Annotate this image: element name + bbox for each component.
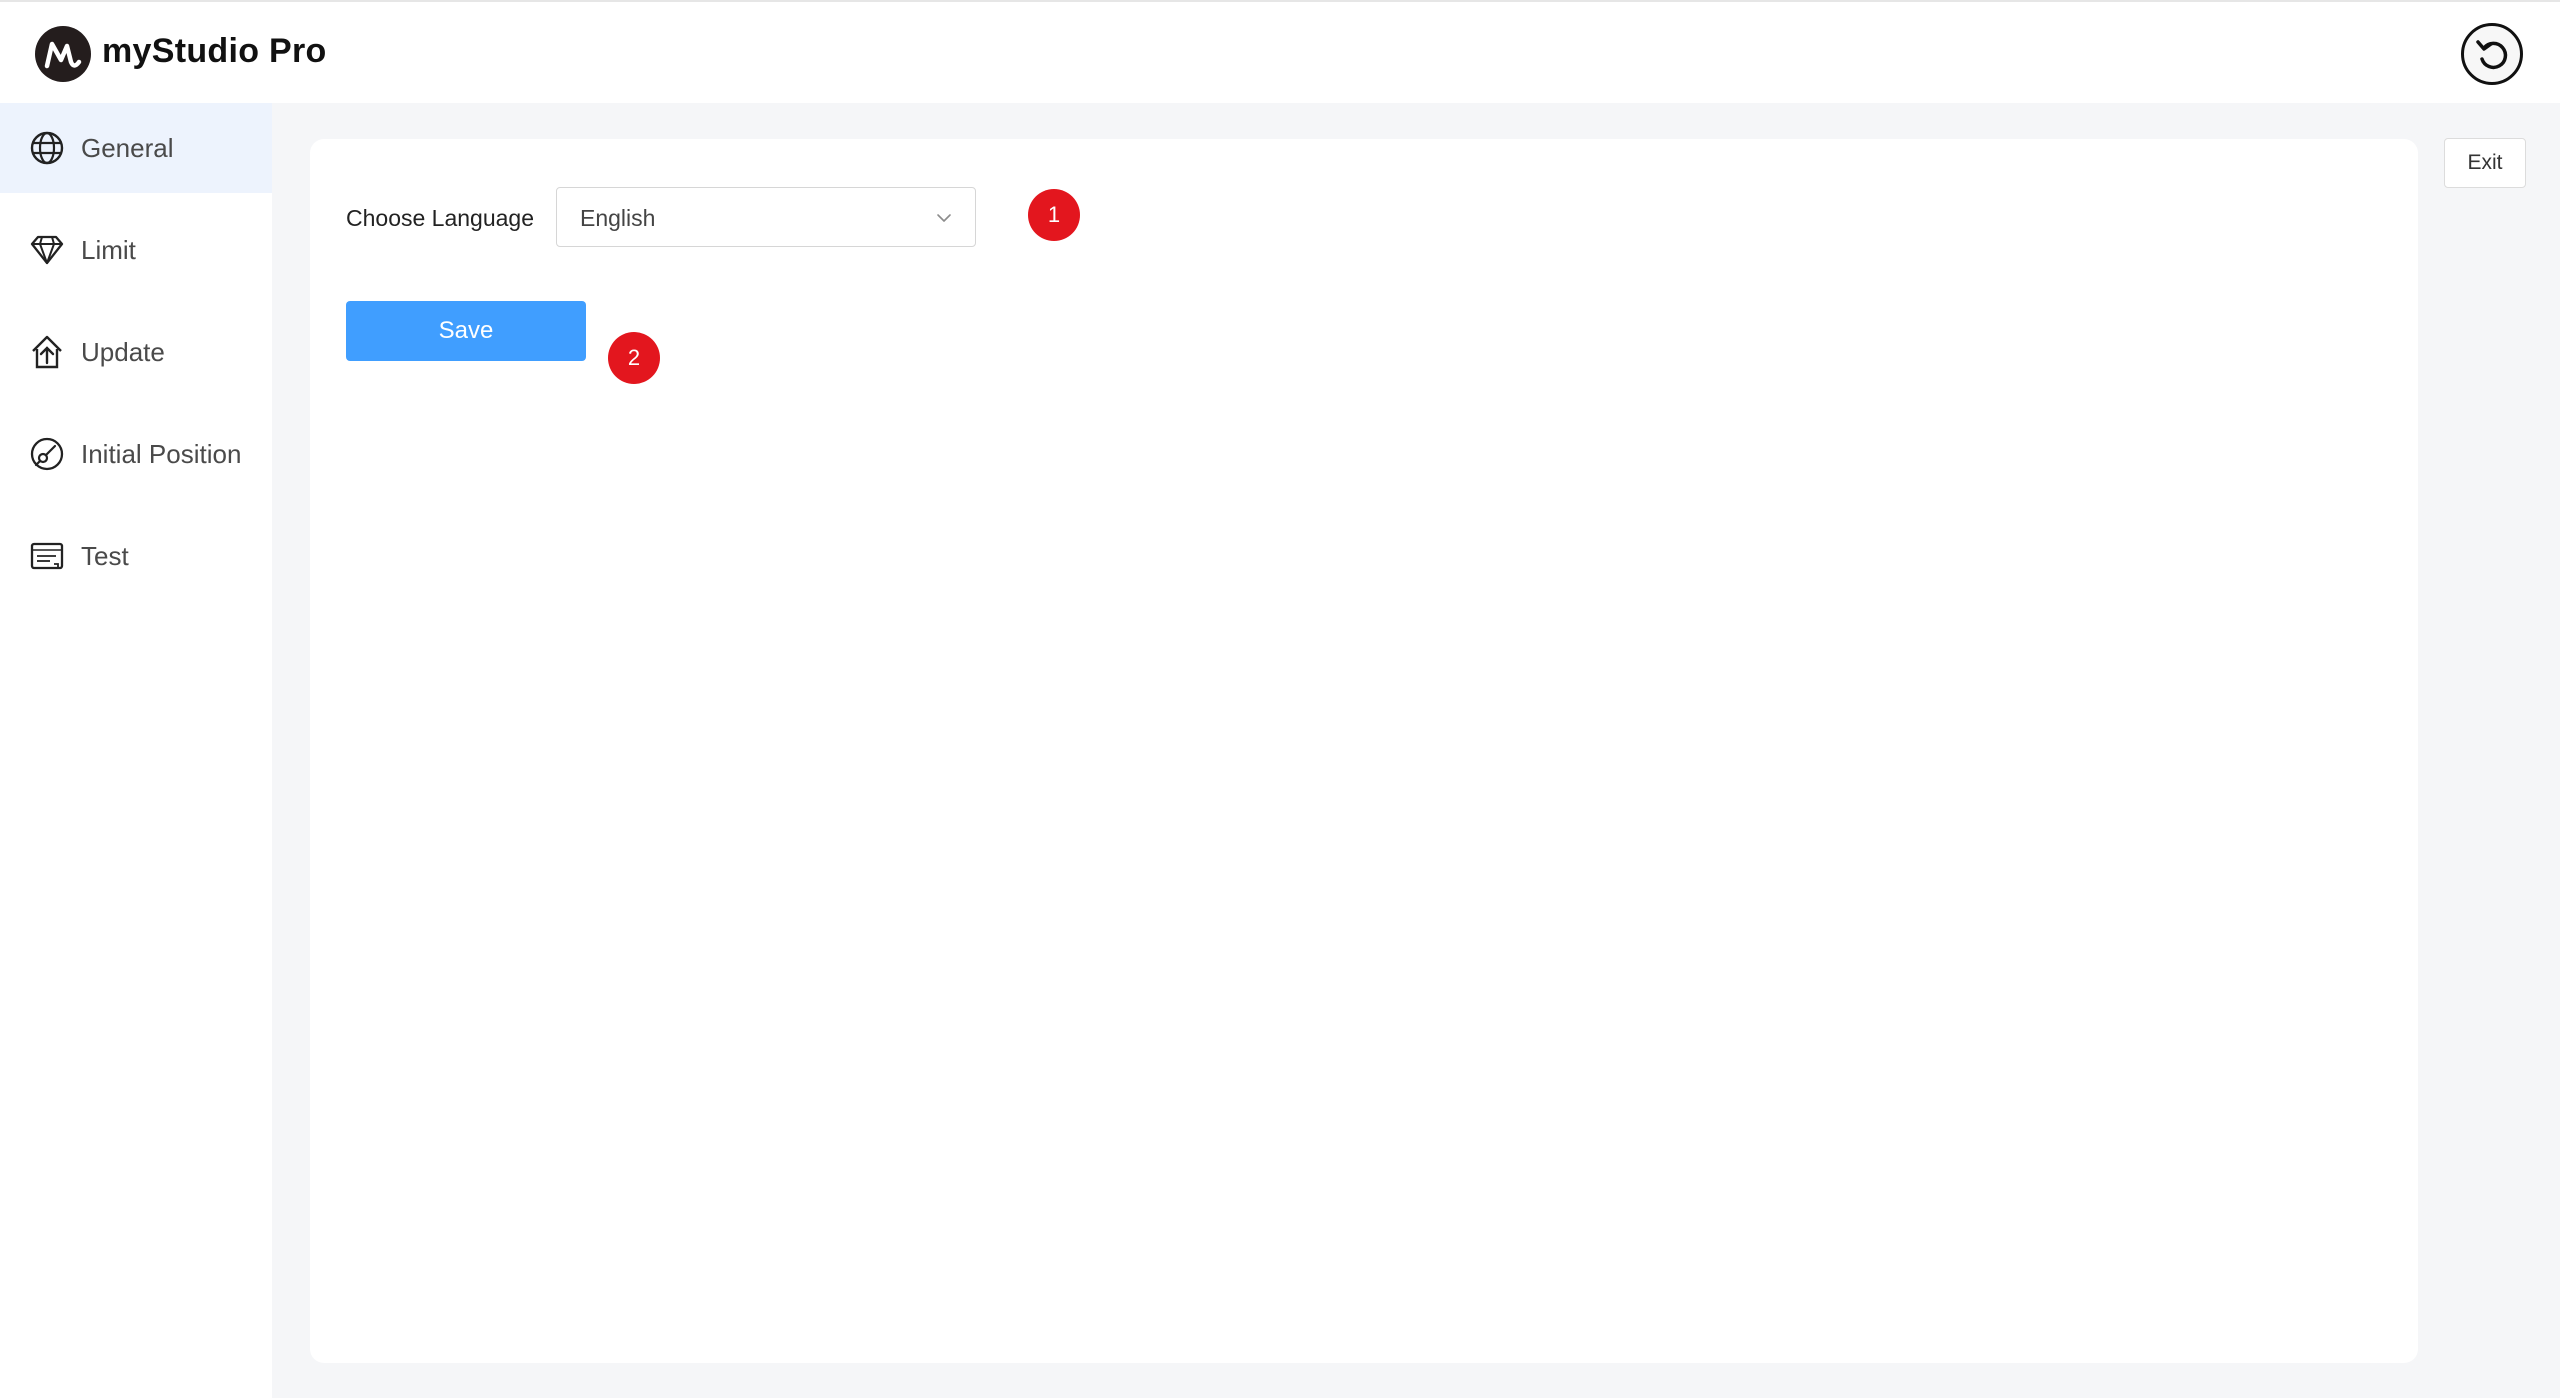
language-select-value: English bbox=[580, 205, 656, 231]
globe-icon bbox=[28, 129, 66, 167]
settings-card: Choose Language English 1 Save 2 bbox=[310, 139, 2418, 1363]
main-content: Choose Language English 1 Save 2 Exit bbox=[272, 103, 2560, 1398]
position-dial-icon bbox=[28, 435, 66, 473]
top-bar: myStudio Pro bbox=[0, 0, 2560, 103]
exit-button[interactable]: Exit bbox=[2444, 138, 2526, 188]
undo-circle-icon bbox=[2476, 40, 2508, 70]
sidebar-item-label: Test bbox=[81, 540, 129, 571]
app-title: myStudio Pro bbox=[102, 32, 327, 70]
chevron-down-icon bbox=[935, 209, 953, 227]
sidebar-item-update[interactable]: Update bbox=[0, 307, 272, 397]
language-select[interactable]: English bbox=[556, 187, 976, 247]
annotation-badge-2: 2 bbox=[608, 332, 660, 384]
diamond-limit-icon bbox=[28, 231, 66, 269]
sidebar-item-general[interactable]: General bbox=[0, 103, 272, 193]
sidebar: General Limit Update Initial Position Te… bbox=[0, 103, 272, 1398]
annotation-badge-1: 1 bbox=[1028, 189, 1080, 241]
test-card-icon bbox=[28, 537, 66, 575]
back-button[interactable] bbox=[2461, 23, 2523, 85]
upload-house-icon bbox=[28, 333, 66, 371]
sidebar-item-label: Update bbox=[81, 336, 165, 367]
choose-language-label: Choose Language bbox=[346, 205, 534, 231]
app-logo-icon bbox=[35, 26, 91, 82]
save-button[interactable]: Save bbox=[346, 301, 586, 361]
sidebar-item-label: General bbox=[81, 132, 174, 163]
sidebar-item-test[interactable]: Test bbox=[0, 511, 272, 601]
sidebar-item-limit[interactable]: Limit bbox=[0, 205, 272, 295]
sidebar-item-label: Initial Position bbox=[81, 438, 242, 469]
sidebar-item-initial-position[interactable]: Initial Position bbox=[0, 409, 272, 499]
sidebar-item-label: Limit bbox=[81, 234, 136, 265]
